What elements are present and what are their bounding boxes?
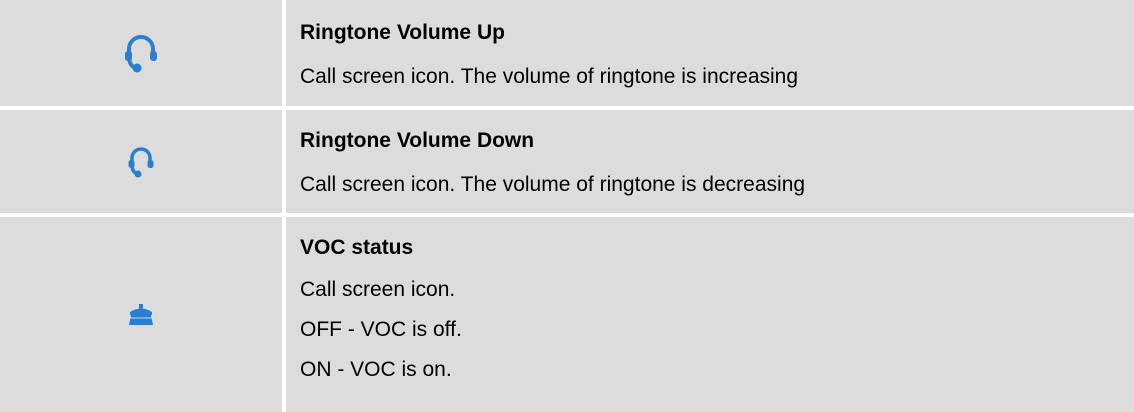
- row-description: OFF - VOC is off.: [300, 318, 462, 341]
- icon-cell: [0, 110, 282, 213]
- row-title: Ringtone Volume Up: [300, 21, 505, 44]
- table-row: Ringtone Volume Up Call screen icon. The…: [0, 0, 1134, 106]
- icon-cell: [0, 0, 282, 106]
- row-title: Ringtone Volume Down: [300, 129, 535, 152]
- row-description: ON - VOC is on.: [300, 358, 452, 381]
- phone-hangup-icon: [129, 303, 153, 325]
- description-cell: Ringtone Volume Up Call screen icon. The…: [286, 0, 1134, 106]
- row-title: VOC status: [300, 236, 414, 259]
- icon-cell: [0, 217, 282, 412]
- table-row: Ringtone Volume Down Call screen icon. T…: [0, 110, 1134, 213]
- row-description: Call screen icon. The volume of ringtone…: [300, 65, 799, 88]
- row-description: Call screen icon.: [300, 278, 456, 301]
- icon-table: Ringtone Volume Up Call screen icon. The…: [0, 0, 1134, 412]
- row-description: Call screen icon. The volume of ringtone…: [300, 173, 806, 196]
- description-cell: VOC status Call screen icon. OFF - VOC i…: [286, 217, 1134, 412]
- headset-icon: [128, 146, 154, 177]
- description-cell: Ringtone Volume Down Call screen icon. T…: [286, 110, 1134, 213]
- headset-icon: [125, 35, 157, 73]
- table-row: VOC status Call screen icon. OFF - VOC i…: [0, 217, 1134, 412]
